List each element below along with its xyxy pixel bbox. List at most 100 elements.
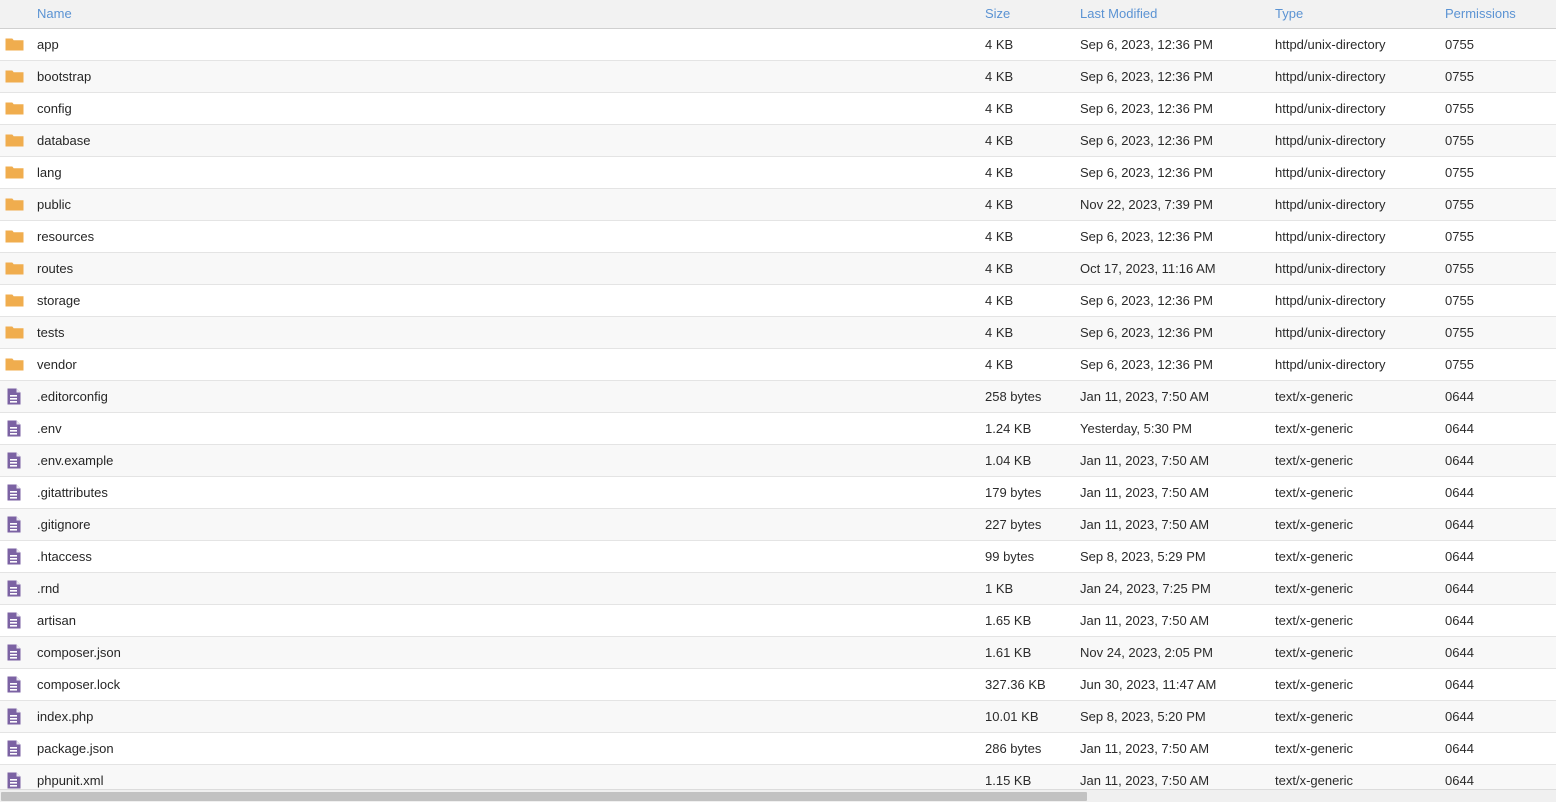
row-last-modified: Sep 6, 2023, 12:36 PM — [1080, 284, 1275, 317]
row-name[interactable]: vendor — [30, 348, 985, 381]
row-size: 1.24 KB — [985, 412, 1080, 445]
row-name[interactable]: config — [30, 92, 985, 125]
row-last-modified: Jun 30, 2023, 11:47 AM — [1080, 668, 1275, 701]
row-name[interactable]: tests — [30, 316, 985, 349]
row-name[interactable]: composer.lock — [30, 668, 985, 701]
row-size: 227 bytes — [985, 508, 1080, 541]
row-size: 1 KB — [985, 572, 1080, 605]
row-name[interactable]: app — [30, 28, 985, 61]
row-permissions: 0755 — [1445, 348, 1556, 381]
row-name[interactable]: lang — [30, 156, 985, 189]
file-icon — [5, 611, 24, 630]
table-row[interactable]: .rnd 1 KB Jan 24, 2023, 7:25 PM text/x-gene… — [0, 572, 1556, 605]
column-header-name[interactable]: Name — [30, 0, 985, 29]
row-permissions: 0644 — [1445, 572, 1556, 605]
row-permissions: 0755 — [1445, 188, 1556, 221]
table-row[interactable]: resources 4 KB Sep 6, 2023, 12:36 PM httpd/… — [0, 220, 1556, 253]
table-row[interactable]: lang 4 KB Sep 6, 2023, 12:36 PM httpd/unix-… — [0, 156, 1556, 189]
row-name[interactable]: bootstrap — [30, 60, 985, 93]
row-last-modified: Sep 6, 2023, 12:36 PM — [1080, 60, 1275, 93]
column-header-size[interactable]: Size — [985, 0, 1080, 29]
file-listing-panel: Name Size Last Modified Type Permissions… — [0, 0, 1556, 802]
row-size: 4 KB — [985, 316, 1080, 349]
horizontal-scrollbar-thumb[interactable] — [1, 792, 1087, 801]
row-name[interactable]: .env — [30, 412, 985, 445]
file-icon — [5, 707, 24, 726]
row-size: 10.01 KB — [985, 700, 1080, 733]
row-last-modified: Sep 6, 2023, 12:36 PM — [1080, 316, 1275, 349]
row-last-modified: Jan 11, 2023, 7:50 AM — [1080, 380, 1275, 413]
row-permissions: 0644 — [1445, 412, 1556, 445]
row-last-modified: Jan 11, 2023, 7:50 AM — [1080, 604, 1275, 637]
row-name[interactable]: package.json — [30, 732, 985, 765]
row-last-modified: Sep 6, 2023, 12:36 PM — [1080, 28, 1275, 61]
row-size: 179 bytes — [985, 476, 1080, 509]
row-type: text/x-generic — [1275, 508, 1445, 541]
row-permissions: 0755 — [1445, 252, 1556, 285]
table-row[interactable]: config 4 KB Sep 6, 2023, 12:36 PM httpd/uni… — [0, 92, 1556, 125]
table-row[interactable]: vendor 4 KB Sep 6, 2023, 12:36 PM httpd/uni… — [0, 348, 1556, 381]
row-name[interactable]: .env.example — [30, 444, 985, 477]
table-row[interactable]: index.php 10.01 KB Sep 8, 2023, 5:20 PM tex… — [0, 700, 1556, 733]
horizontal-scrollbar[interactable] — [0, 789, 1556, 802]
table-row[interactable]: composer.json 1.61 KB Nov 24, 2023, 2:05 P… — [0, 636, 1556, 669]
row-size: 286 bytes — [985, 732, 1080, 765]
row-icon-cell — [0, 732, 30, 765]
row-size: 4 KB — [985, 188, 1080, 221]
row-name[interactable]: .editorconfig — [30, 380, 985, 413]
column-header-last-modified[interactable]: Last Modified — [1080, 0, 1275, 29]
column-header-type[interactable]: Type — [1275, 0, 1445, 29]
row-size: 4 KB — [985, 124, 1080, 157]
row-name[interactable]: .gitattributes — [30, 476, 985, 509]
file-icon — [5, 419, 24, 438]
row-name[interactable]: .rnd — [30, 572, 985, 605]
folder-icon — [5, 259, 24, 278]
row-type: httpd/unix-directory — [1275, 60, 1445, 93]
row-last-modified: Nov 22, 2023, 7:39 PM — [1080, 188, 1275, 221]
row-name[interactable]: artisan — [30, 604, 985, 637]
row-name[interactable]: composer.json — [30, 636, 985, 669]
table-row[interactable]: database 4 KB Sep 6, 2023, 12:36 PM httpd/u… — [0, 124, 1556, 157]
row-permissions: 0644 — [1445, 732, 1556, 765]
row-name[interactable]: public — [30, 188, 985, 221]
row-icon-cell — [0, 92, 30, 125]
table-row[interactable]: package.json 286 bytes Jan 11, 2023, 7:50 … — [0, 732, 1556, 765]
table-row[interactable]: .env.example 1.04 KB Jan 11, 2023, 7:50 AM… — [0, 444, 1556, 477]
table-row[interactable]: artisan 1.65 KB Jan 11, 2023, 7:50 AM text/… — [0, 604, 1556, 637]
row-icon-cell — [0, 188, 30, 221]
row-type: text/x-generic — [1275, 604, 1445, 637]
row-type: text/x-generic — [1275, 636, 1445, 669]
row-name[interactable]: index.php — [30, 700, 985, 733]
row-name[interactable]: database — [30, 124, 985, 157]
folder-icon — [5, 131, 24, 150]
row-last-modified: Yesterday, 5:30 PM — [1080, 412, 1275, 445]
row-name[interactable]: .gitignore — [30, 508, 985, 541]
row-type: text/x-generic — [1275, 732, 1445, 765]
row-name[interactable]: resources — [30, 220, 985, 253]
table-row[interactable]: composer.lock 327.36 KB Jun 30, 2023, 11:4… — [0, 668, 1556, 701]
file-icon — [5, 643, 24, 662]
table-row[interactable]: bootstrap 4 KB Sep 6, 2023, 12:36 PM httpd/… — [0, 60, 1556, 93]
row-name[interactable]: storage — [30, 284, 985, 317]
table-row[interactable]: storage 4 KB Sep 6, 2023, 12:36 PM httpd/un… — [0, 284, 1556, 317]
file-table-header: Name Size Last Modified Type Permissions — [0, 0, 1556, 29]
table-row[interactable]: .gitattributes 179 bytes Jan 11, 2023, 7:5… — [0, 476, 1556, 509]
row-permissions: 0755 — [1445, 124, 1556, 157]
table-row[interactable]: app 4 KB Sep 6, 2023, 12:36 PM httpd/unix-d… — [0, 28, 1556, 61]
table-row[interactable]: routes 4 KB Oct 17, 2023, 11:16 AM httpd/un… — [0, 252, 1556, 285]
row-type: httpd/unix-directory — [1275, 188, 1445, 221]
table-row[interactable]: public 4 KB Nov 22, 2023, 7:39 PM httpd/uni… — [0, 188, 1556, 221]
row-name[interactable]: .htaccess — [30, 540, 985, 573]
row-size: 4 KB — [985, 92, 1080, 125]
row-size: 4 KB — [985, 284, 1080, 317]
row-name[interactable]: routes — [30, 252, 985, 285]
table-row[interactable]: tests 4 KB Sep 6, 2023, 12:36 PM httpd/unix… — [0, 316, 1556, 349]
table-row[interactable]: .htaccess 99 bytes Sep 8, 2023, 5:29 PM tex… — [0, 540, 1556, 573]
column-header-permissions[interactable]: Permissions — [1445, 0, 1556, 29]
row-icon-cell — [0, 572, 30, 605]
file-table-header-row: Name Size Last Modified Type Permissions — [0, 0, 1556, 29]
row-type: text/x-generic — [1275, 572, 1445, 605]
table-row[interactable]: .env 1.24 KB Yesterday, 5:30 PM text/x-gene… — [0, 412, 1556, 445]
table-row[interactable]: .gitignore 227 bytes Jan 11, 2023, 7:50 AM… — [0, 508, 1556, 541]
table-row[interactable]: .editorconfig 258 bytes Jan 11, 2023, 7:50… — [0, 380, 1556, 413]
